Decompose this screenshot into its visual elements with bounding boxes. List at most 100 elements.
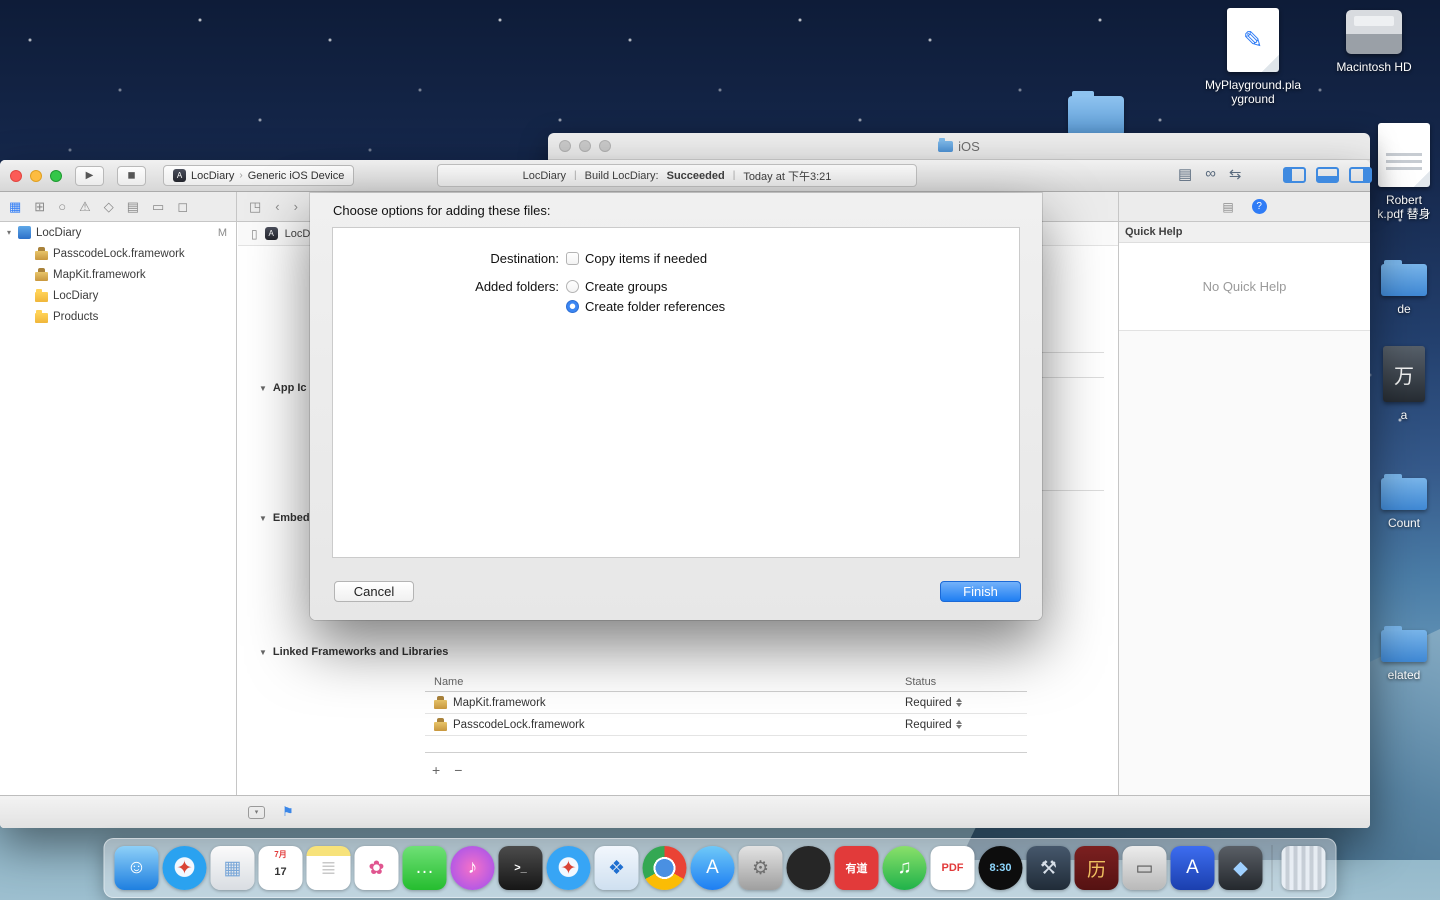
finder-titlebar[interactable]: iOS	[548, 133, 1370, 160]
minimize-button[interactable]	[30, 169, 42, 182]
find-navigator-icon[interactable]: ○	[58, 199, 66, 214]
add-button[interactable]: +	[432, 762, 440, 778]
safari-dock-icon[interactable]: ✦	[162, 846, 207, 890]
project-navigator-icon[interactable]: ▦	[9, 199, 21, 215]
test-navigator-icon[interactable]: ◇	[104, 199, 114, 215]
xcode-dock-icon[interactable]: ⚒	[1026, 846, 1071, 890]
appstore-dock-icon[interactable]: A	[690, 846, 735, 890]
separator: |	[574, 170, 577, 181]
version-editor-button[interactable]: ⇆	[1229, 165, 1242, 183]
notes-dock-icon[interactable]: ≣	[306, 846, 351, 890]
symbol-navigator-icon[interactable]: ⊞	[34, 199, 45, 215]
dock-icon-glyph: ◆	[1233, 857, 1248, 879]
back-button[interactable]: ‹	[275, 199, 279, 214]
breakpoint-flag-icon[interactable]: ⚑	[282, 804, 294, 820]
inspector-tab-bar: ▤ ?	[1118, 192, 1370, 221]
stop-button[interactable]: ◼	[117, 165, 146, 186]
jump-bar-item[interactable]: LocD	[285, 228, 311, 240]
display-dock-icon[interactable]: ▭	[1122, 846, 1167, 890]
destination-label: Destination:	[490, 250, 559, 266]
close-button[interactable]	[10, 169, 22, 182]
nav-item-mapkit-framework[interactable]: MapKit.framework	[0, 264, 236, 285]
forward-button[interactable]: ›	[294, 199, 298, 214]
report-navigator-icon[interactable]: ◻	[177, 199, 188, 215]
debug-navigator-icon[interactable]: ▤	[127, 199, 139, 215]
run-button[interactable]: ▶	[75, 165, 104, 186]
filter-icon[interactable]: ▾	[248, 805, 265, 819]
dark-app-dock-icon[interactable]: ◆	[1218, 846, 1263, 890]
issue-navigator-icon[interactable]: ⚠	[79, 199, 91, 215]
activity-viewer: LocDiary | Build LocDiary: Succeeded | T…	[437, 164, 917, 187]
quick-help-icon[interactable]: ?	[1251, 199, 1267, 214]
dock-icon-glyph: ♫	[897, 857, 912, 878]
folder-de[interactable]: de	[1368, 258, 1440, 316]
folder-related[interactable]: elated	[1368, 624, 1440, 682]
section-app-icons[interactable]: ▼ App Ic	[259, 382, 307, 394]
myplayground-icon[interactable]: ✎ MyPlayground.pla yground	[1205, 8, 1301, 106]
copy-items-checkbox[interactable]	[566, 251, 579, 265]
create-folder-references-radio[interactable]	[566, 299, 579, 313]
compass-dock-icon[interactable]: ✦	[546, 846, 591, 890]
framework-status[interactable]: Required	[905, 697, 962, 709]
framework-status[interactable]: Required	[905, 719, 962, 731]
desktop-icon-image: 万	[1383, 346, 1425, 402]
nav-item-passcodelock-framework[interactable]: PasscodeLock.framework	[0, 243, 236, 264]
table-row[interactable]: PasscodeLock.framework Required	[425, 714, 1027, 736]
youdao-dict-dock-icon[interactable]: 有道	[834, 846, 879, 890]
section-title: App Ic	[272, 382, 307, 394]
photos-dock-icon[interactable]: ✿	[354, 846, 399, 890]
nav-item-locdiary-project[interactable]: ▾ LocDiary M	[0, 222, 236, 243]
zoom-button[interactable]	[50, 169, 62, 182]
qqmusic-dock-icon[interactable]: ♫	[882, 846, 927, 890]
finder-dock-icon[interactable]: ☺	[114, 846, 159, 890]
remove-button[interactable]: −	[454, 762, 462, 778]
trash-dock-icon[interactable]	[1281, 846, 1326, 890]
finish-button[interactable]: Finish	[940, 581, 1021, 602]
itunes-dock-icon[interactable]: ♪	[450, 846, 495, 890]
related-items-icon[interactable]: ◳	[249, 199, 261, 215]
status-stepper-icon[interactable]	[955, 720, 962, 729]
dropbox-dock-icon[interactable]: ❖	[594, 846, 639, 890]
inspector-toggle-button[interactable]	[1349, 167, 1372, 183]
messages-dock-icon[interactable]: …	[402, 846, 447, 890]
create-groups-radio[interactable]	[566, 279, 579, 293]
pdf-alias[interactable]: Robert k.pdf 替身	[1368, 123, 1440, 221]
table-row[interactable]: MapKit.framework Required	[425, 692, 1027, 714]
create-folder-references-label[interactable]: Create folder references	[585, 299, 725, 314]
create-groups-label[interactable]: Create groups	[585, 279, 667, 294]
status-stepper-icon[interactable]	[955, 698, 962, 707]
pdf-expert-dock-icon[interactable]: PDF	[930, 846, 975, 890]
terminal-dock-icon[interactable]: >_	[498, 846, 543, 890]
a-app-dock-icon[interactable]: A	[1170, 846, 1215, 890]
disclosure-triangle-icon[interactable]: ▼	[259, 648, 267, 657]
standard-editor-button[interactable]: ▤	[1178, 165, 1192, 183]
chrome-dock-icon[interactable]	[642, 846, 687, 890]
sidebar-toggle-icon[interactable]: ▯	[251, 227, 258, 241]
macintosh-hd-icon[interactable]: Macintosh HD	[1326, 10, 1422, 74]
assistant-editor-button[interactable]: ∞	[1205, 165, 1216, 183]
desktop-folder-icon[interactable]	[1068, 91, 1124, 136]
dock-icon-glyph: ♪	[467, 857, 478, 878]
section-embedded[interactable]: ▼ Embed	[259, 512, 310, 524]
preview-dock-icon[interactable]: ▦	[210, 846, 255, 890]
section-linked-frameworks[interactable]: ▼ Linked Frameworks and Libraries	[259, 646, 448, 658]
debug-area-toggle-button[interactable]	[1316, 167, 1339, 183]
disclosure-triangle-icon[interactable]: ▾	[7, 228, 18, 237]
nav-item-locdiary-group[interactable]: LocDiary	[0, 285, 236, 306]
navigator-toggle-button[interactable]	[1283, 167, 1306, 183]
clock-dock-icon[interactable]: 8:30	[978, 846, 1023, 890]
disclosure-triangle-icon[interactable]: ▼	[259, 514, 267, 523]
file-inspector-icon[interactable]: ▤	[1222, 200, 1233, 214]
scheme-selector[interactable]: A LocDiary › Generic iOS Device	[163, 165, 355, 186]
nav-item-products-group[interactable]: Products	[0, 306, 236, 327]
cancel-button[interactable]: Cancel	[334, 581, 414, 602]
breakpoint-navigator-icon[interactable]: ▭	[152, 199, 164, 215]
copy-items-label[interactable]: Copy items if needed	[585, 251, 707, 266]
disclosure-triangle-icon[interactable]: ▼	[259, 384, 267, 393]
sysprefs-dock-icon[interactable]: ⚙	[738, 846, 783, 890]
calendar-dock-icon[interactable]: 7月 17	[258, 846, 303, 890]
folder-count[interactable]: Count	[1368, 472, 1440, 530]
github-dock-icon[interactable]	[786, 846, 831, 890]
wannianli-dock-icon[interactable]: 历	[1074, 846, 1119, 890]
artwork-a[interactable]: 万 a	[1368, 346, 1440, 422]
